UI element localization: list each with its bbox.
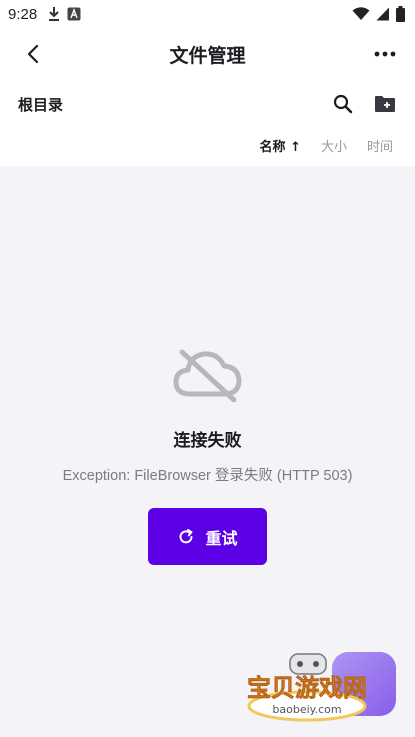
battery-icon: [396, 6, 405, 22]
app-bar: 文件管理: [0, 28, 415, 80]
breadcrumb[interactable]: 根目录: [18, 94, 63, 115]
top-panel: 9:28 文件管理 根目录 名称 ↑ 大小 时间: [0, 0, 415, 166]
retry-button[interactable]: 重试: [148, 508, 267, 565]
retry-label: 重试: [205, 530, 238, 548]
cloud-off-icon: [173, 349, 242, 402]
page-title: 文件管理: [169, 44, 246, 67]
back-arrow-icon[interactable]: [20, 40, 48, 68]
path-bar: 根目录: [0, 86, 415, 122]
svg-text:宝贝游戏网: 宝贝游戏网: [247, 674, 367, 702]
new-folder-icon[interactable]: [373, 92, 397, 116]
status-bar: 9:28: [0, 0, 415, 28]
sort-by-size[interactable]: 大小: [321, 136, 347, 155]
sort-bar: 名称 ↑ 大小 时间: [260, 134, 393, 156]
status-right-icons: [352, 6, 405, 22]
refresh-icon: [180, 528, 193, 543]
signal-icon: [376, 7, 389, 21]
status-left-icons: [47, 6, 81, 22]
status-time: 9:28: [8, 5, 38, 23]
download-icon: [49, 7, 60, 21]
watermark-logo: 宝贝游戏网 baobeiy.com: [247, 653, 367, 722]
more-vert-icon[interactable]: [371, 40, 399, 68]
search-icon[interactable]: [331, 92, 355, 116]
sort-by-name[interactable]: 名称 ↑: [260, 136, 301, 155]
a-icon: [67, 7, 81, 21]
error-message: Exception: FileBrowser 登录失败 (HTTP 503): [62, 468, 353, 484]
svg-text:baobeiy.com: baobeiy.com: [272, 703, 341, 716]
sort-by-time[interactable]: 时间: [367, 136, 393, 155]
error-title: 连接失败: [173, 431, 242, 451]
wifi-icon: [352, 7, 370, 20]
